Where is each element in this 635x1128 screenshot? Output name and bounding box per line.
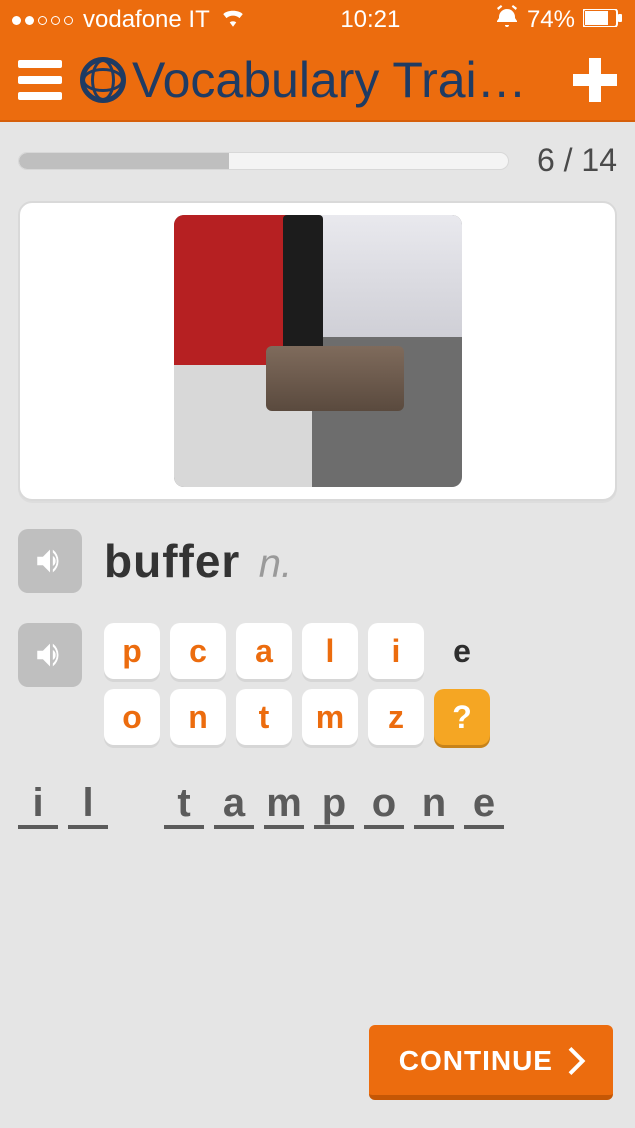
progress-label: 6 / 14 [537,142,617,179]
signal-dots-icon [12,16,73,25]
reveal-tile[interactable]: ? [434,689,490,745]
letter-tile[interactable]: p [104,623,160,679]
battery-percent: 74% [527,6,575,34]
word-gap [118,783,154,829]
letter-tile[interactable]: l [302,623,358,679]
progress-row: 6 / 14 [18,142,617,179]
app-title: Vocabulary Trai… [132,51,527,109]
answer-slot: p [314,783,354,829]
app-logo-icon [80,57,126,103]
letter-tile[interactable]: z [368,689,424,745]
headword: buffer [104,535,240,587]
status-bar: vodafone IT 10:21 74% [0,0,635,40]
letter-tile[interactable]: i [368,623,424,679]
answer-slot: l [68,783,108,829]
content-area: 6 / 14 buffer n. pcalieontmz? iltampone [0,122,635,849]
answer-slot: a [214,783,254,829]
wifi-icon [220,6,246,34]
headword-block: buffer n. [104,534,292,588]
battery-icon [583,6,623,34]
add-icon[interactable] [573,58,617,102]
alarm-icon [495,5,519,36]
chevron-right-icon [567,1047,587,1075]
clock-label: 10:21 [340,6,400,34]
play-word-audio-button[interactable] [18,529,82,593]
letter-tiles: pcalie ontmz? [104,623,496,745]
part-of-speech: n. [259,542,292,586]
image-card [18,201,617,501]
progress-bar [18,152,509,170]
answer-slot: o [364,783,404,829]
progress-fill [19,153,229,169]
answer-slot: e [464,783,504,829]
continue-label: CONTINUE [399,1045,553,1077]
letter-tile[interactable]: m [302,689,358,745]
menu-icon[interactable] [18,60,62,100]
vocab-image [174,215,462,487]
answer-slot: i [18,783,58,829]
answer-slot: t [164,783,204,829]
letter-tile[interactable]: a [236,623,292,679]
letter-tile[interactable]: n [170,689,226,745]
letter-tile[interactable]: e [434,623,490,679]
letter-tile[interactable]: o [104,689,160,745]
letter-tile[interactable]: c [170,623,226,679]
app-header: Vocabulary Trai… [0,40,635,122]
carrier-label: vodafone IT [83,6,210,34]
letter-tile[interactable]: t [236,689,292,745]
answer-slot: m [264,783,304,829]
play-answer-audio-button[interactable] [18,623,82,687]
answer-slot: n [414,783,454,829]
answer-slots: il tampone [18,783,617,829]
continue-button[interactable]: CONTINUE [369,1025,613,1100]
